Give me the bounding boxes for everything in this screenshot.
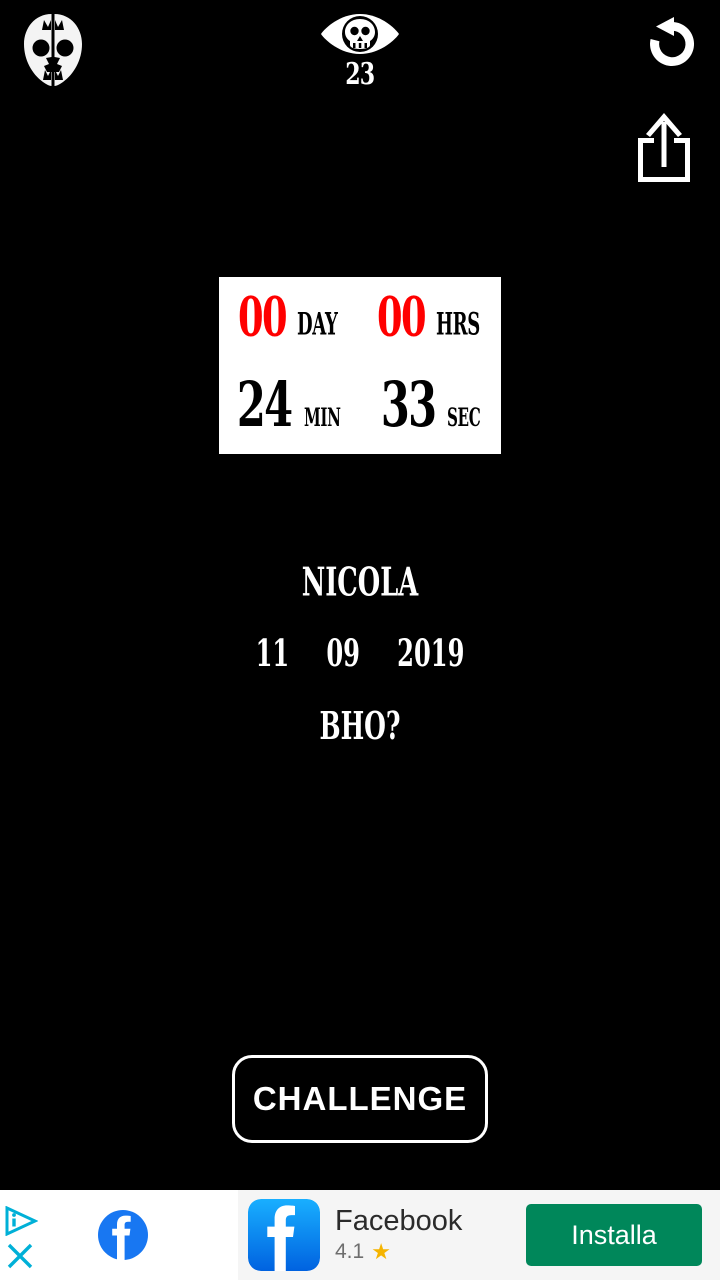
ad-banner: Facebook 4.1 ★ Installa (0, 1190, 720, 1280)
ad-rating-value: 4.1 (335, 1240, 365, 1264)
eye-counter[interactable]: 23 (0, 8, 720, 92)
reset-button[interactable] (640, 12, 704, 76)
reset-arrow-icon (650, 17, 695, 66)
top-bar: 23 (0, 0, 720, 200)
victim-date-day: 11 (255, 632, 290, 676)
countdown-hours-label: HRS (435, 306, 480, 342)
ad-rating-row: 4.1 ★ (335, 1240, 526, 1264)
install-button[interactable]: Installa (526, 1204, 702, 1266)
victim-date-month: 09 (326, 632, 360, 676)
share-upload-icon (638, 113, 690, 182)
facebook-app-icon (248, 1199, 320, 1271)
facebook-circle-logo (98, 1210, 148, 1260)
victim-date: 11 09 2019 (79, 632, 641, 676)
countdown-day-value: 00 (237, 284, 288, 348)
ad-banner-left[interactable] (0, 1190, 238, 1280)
countdown-panel: 00 DAY 00 HRS 24 MIN 33 SEC (219, 277, 501, 454)
eye-with-skull-icon (321, 14, 399, 54)
challenge-button[interactable]: CHALLENGE (232, 1055, 488, 1143)
countdown-unit-minutes: 24 MIN (219, 374, 360, 436)
victim-note: BHO? (319, 703, 401, 749)
countdown-day-label: DAY (296, 306, 338, 342)
countdown-row-bottom: 24 MIN 33 SEC (219, 366, 501, 455)
countdown-row-top: 00 DAY 00 HRS (219, 277, 501, 366)
adchoices-icon[interactable] (4, 1206, 38, 1236)
countdown-hours-value: 00 (376, 284, 427, 348)
eye-count-label: 23 (345, 57, 375, 92)
countdown-minutes-label: MIN (303, 401, 341, 432)
victim-name: NICOLA (301, 558, 419, 605)
ad-app-title: Facebook (335, 1204, 463, 1237)
victim-date-year: 2019 (397, 632, 465, 676)
countdown-seconds-label: SEC (446, 401, 481, 432)
close-x-icon[interactable] (5, 1241, 35, 1271)
countdown-unit-hours: 00 HRS (360, 289, 501, 343)
star-icon: ★ (371, 1239, 391, 1265)
ad-text-group: Facebook 4.1 ★ (335, 1204, 526, 1265)
share-button[interactable] (634, 110, 694, 186)
app-root: 23 00 DAY 00 HRS 24 MIN 33 SEC NICOLA 11… (0, 0, 720, 1280)
countdown-seconds-value: 33 (380, 369, 436, 442)
countdown-unit-day: 00 DAY (219, 289, 360, 343)
countdown-unit-seconds: 33 SEC (360, 374, 501, 436)
countdown-minutes-value: 24 (237, 369, 293, 442)
ad-content[interactable]: Facebook 4.1 ★ Installa (238, 1190, 720, 1280)
victim-info-block: NICOLA 11 09 2019 BHO? (0, 558, 720, 749)
